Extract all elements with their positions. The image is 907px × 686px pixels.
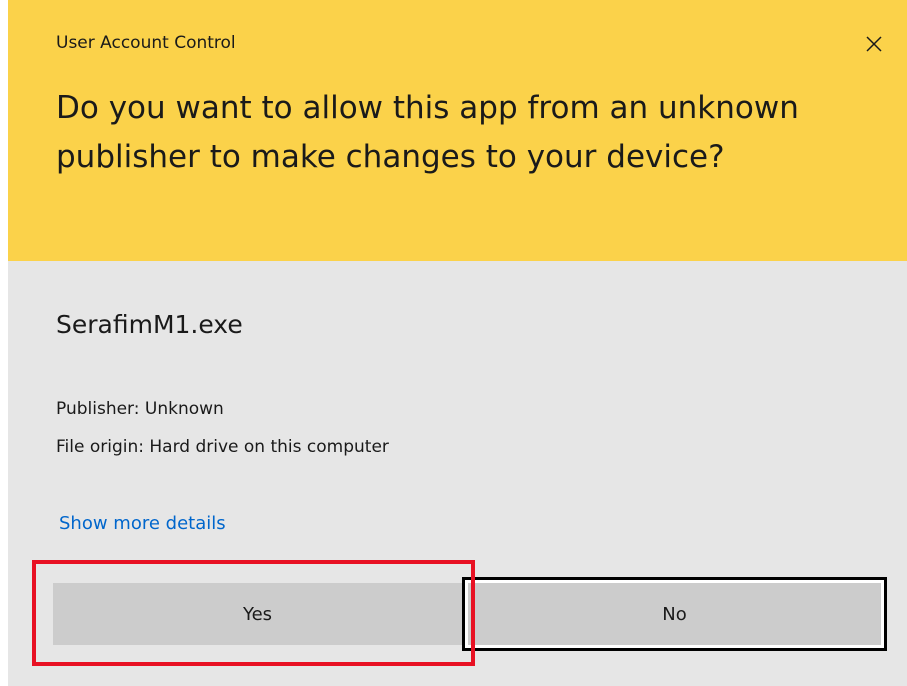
uac-dialog: User Account Control Do you want to allo… bbox=[8, 0, 907, 686]
app-name: SerafimM1.exe bbox=[56, 310, 243, 339]
publisher-text: Publisher: Unknown bbox=[56, 399, 224, 419]
dialog-header: User Account Control Do you want to allo… bbox=[8, 0, 907, 261]
show-more-details-link[interactable]: Show more details bbox=[59, 513, 226, 534]
dialog-question: Do you want to allow this app from an un… bbox=[56, 90, 799, 175]
close-button[interactable] bbox=[856, 26, 892, 62]
dialog-title: User Account Control bbox=[56, 33, 236, 53]
no-button[interactable]: No bbox=[462, 577, 887, 651]
yes-button[interactable]: Yes bbox=[53, 583, 462, 645]
close-icon bbox=[866, 36, 882, 52]
file-origin-text: File origin: Hard drive on this computer bbox=[56, 437, 389, 457]
